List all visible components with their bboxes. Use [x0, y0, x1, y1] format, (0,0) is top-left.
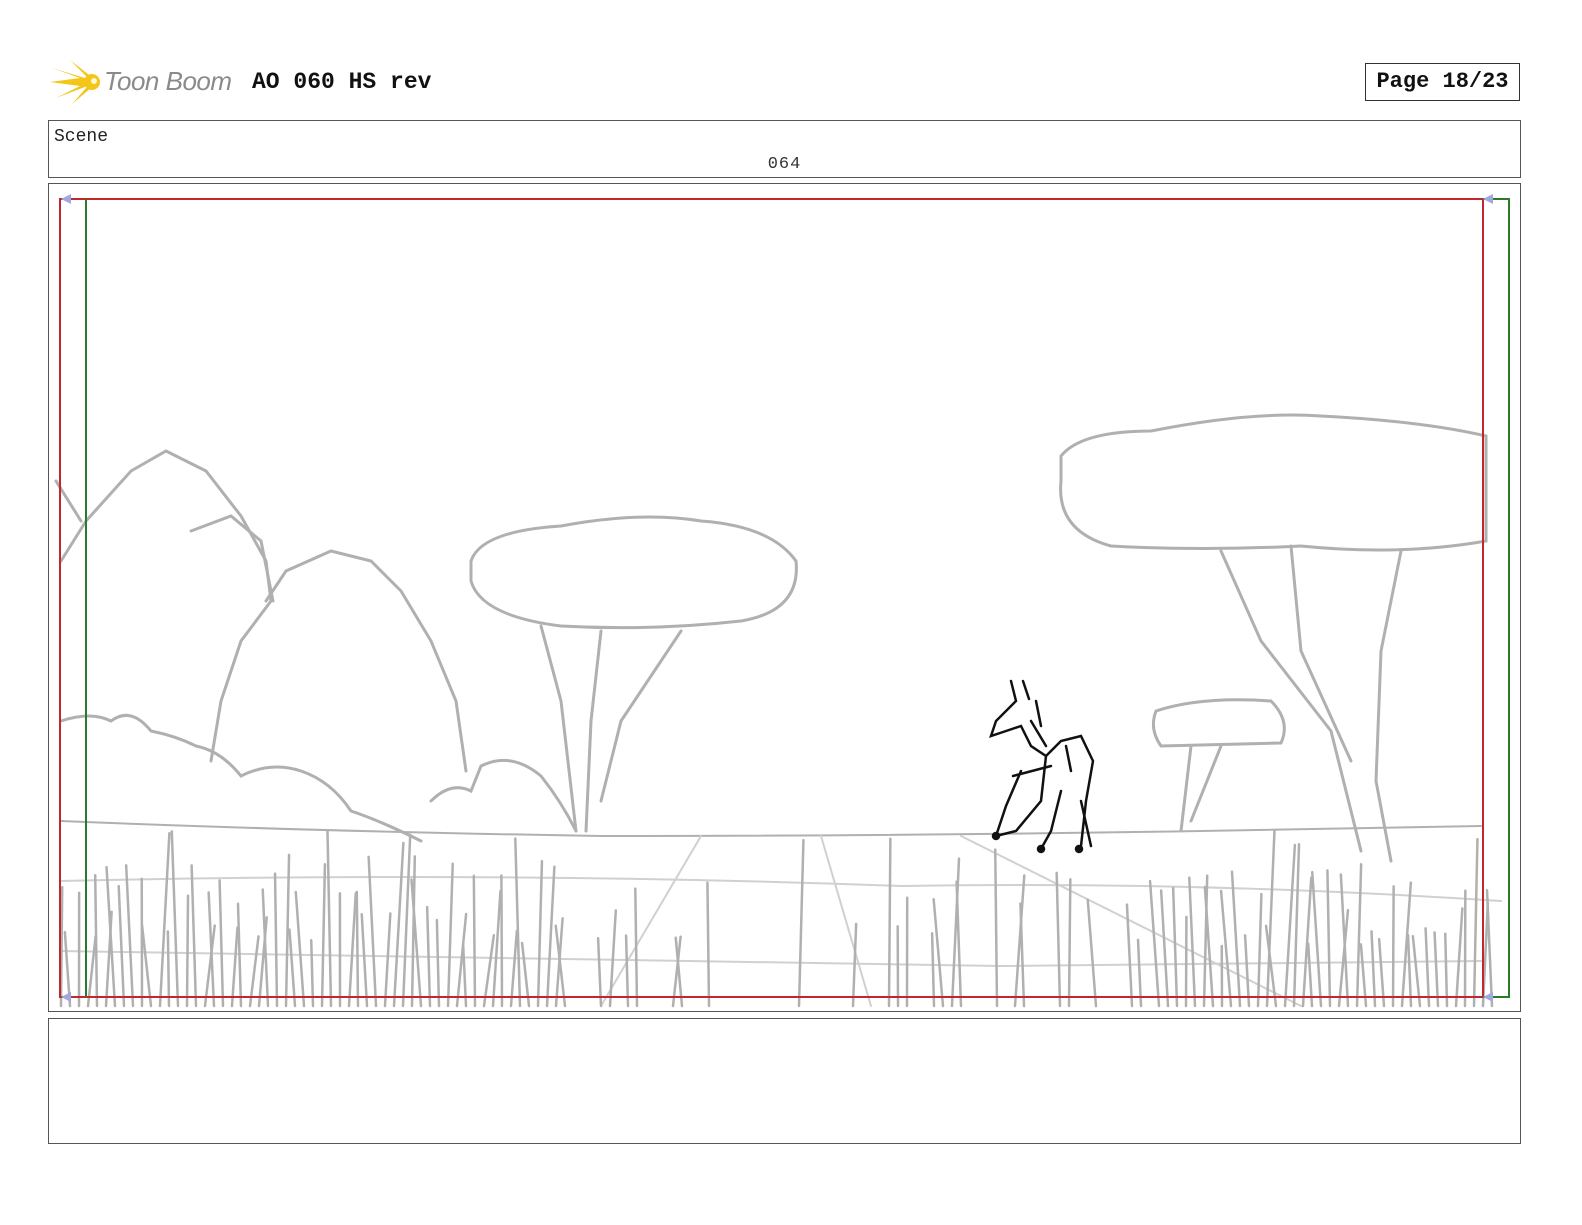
grass-stroke — [124, 864, 135, 1008]
grass-stroke — [166, 930, 171, 1008]
grass-stroke — [320, 863, 327, 1008]
grass-stroke — [1411, 934, 1422, 1008]
grass-stroke — [1067, 877, 1072, 1008]
grass-stroke — [993, 848, 999, 1008]
grass-stroke — [230, 926, 239, 1008]
title-safe-right — [1483, 198, 1510, 998]
grass-stroke — [514, 837, 522, 1008]
grass-stroke — [117, 884, 126, 1008]
grass-stroke — [596, 937, 603, 1008]
grass-stroke — [1355, 862, 1363, 1008]
grass-stroke — [706, 881, 711, 1008]
grass-stroke — [1454, 907, 1464, 1008]
grass-stroke — [1256, 892, 1263, 1008]
panel-sketch — [54, 194, 1510, 1008]
grass-stroke — [326, 830, 333, 1008]
grass-stroke — [472, 874, 477, 1008]
grass-stroke — [1283, 843, 1297, 1008]
grass-stroke — [1230, 870, 1242, 1008]
grass-stroke — [1485, 888, 1494, 1008]
grass-stroke — [93, 874, 99, 1008]
grass-stroke — [1292, 842, 1301, 1008]
grass-stroke — [930, 932, 936, 1008]
grass-stroke — [1391, 885, 1395, 1008]
grass-stroke — [1243, 934, 1251, 1008]
grass-stroke — [1472, 837, 1479, 1008]
storyboard-panel — [48, 183, 1521, 1012]
scene-number: 064 — [767, 155, 802, 174]
grass-stroke — [851, 922, 858, 1008]
grass-stroke — [1055, 871, 1062, 1008]
grass-stroke — [482, 934, 496, 1008]
grass-stroke — [170, 830, 180, 1008]
grass-stroke — [355, 890, 360, 1008]
grass-stroke — [1406, 934, 1413, 1008]
grass-stroke — [59, 885, 64, 1008]
camera-corner-arrow-icon — [1483, 194, 1493, 204]
grass-stroke — [1424, 927, 1431, 1008]
grass-stroke — [446, 862, 454, 1008]
grass-stroke — [491, 889, 502, 1008]
grass-strokes — [59, 829, 1494, 1008]
grass-stroke — [207, 891, 216, 1008]
grass-stroke — [425, 905, 432, 1008]
grass-stroke — [401, 833, 412, 1008]
grass-stroke — [347, 892, 358, 1008]
camera-corner-arrow-icon — [61, 992, 71, 1002]
grass-stroke — [86, 935, 97, 1008]
grass-stroke — [248, 935, 260, 1008]
grass-stroke — [1444, 932, 1449, 1008]
grass-stroke — [435, 918, 441, 1008]
camera-corner-arrow-icon — [61, 194, 71, 204]
grass-stroke — [1377, 937, 1386, 1008]
notes-box — [48, 1018, 1521, 1144]
grass-stroke — [383, 912, 392, 1008]
grass-stroke — [190, 864, 198, 1008]
grass-stroke — [294, 890, 306, 1008]
grass-stroke — [955, 880, 963, 1008]
grass-stroke — [1086, 898, 1098, 1008]
grass-stroke — [624, 934, 630, 1008]
grass-stroke — [273, 872, 279, 1008]
grass-stroke — [1370, 930, 1377, 1008]
grass-stroke — [634, 887, 639, 1008]
grass-stroke — [1188, 876, 1197, 1008]
grass-stroke — [1159, 889, 1170, 1008]
scene-label: Scene — [54, 127, 109, 147]
grass-stroke — [536, 859, 544, 1008]
grass-stroke — [1171, 886, 1179, 1008]
grass-stroke — [288, 928, 297, 1008]
grass-stroke — [185, 894, 190, 1008]
grass-stroke — [509, 929, 519, 1008]
grass-stroke — [218, 879, 225, 1008]
scene-box: Scene 064 — [48, 120, 1521, 178]
grass-stroke — [500, 874, 504, 1008]
grass-stroke — [887, 837, 892, 1008]
page-number: Page 18/23 — [1365, 63, 1520, 101]
logo-text: Toon Boom — [104, 66, 232, 96]
grass-stroke — [608, 909, 618, 1008]
grass-stroke — [360, 913, 369, 1008]
project-title: AO 060 HS rev — [252, 69, 432, 95]
grass-stroke — [1148, 879, 1161, 1008]
grass-stroke — [797, 838, 805, 1008]
grass-stroke — [392, 841, 405, 1008]
grass-stroke — [367, 855, 378, 1008]
grass-stroke — [932, 897, 945, 1008]
grass-stroke — [236, 902, 243, 1008]
grass-stroke — [1433, 931, 1440, 1008]
grass-stroke — [1311, 870, 1323, 1008]
zebra-character — [989, 679, 1095, 854]
grass-stroke — [545, 865, 556, 1008]
background-sketch — [54, 413, 1502, 1007]
grass-stroke — [140, 923, 153, 1008]
